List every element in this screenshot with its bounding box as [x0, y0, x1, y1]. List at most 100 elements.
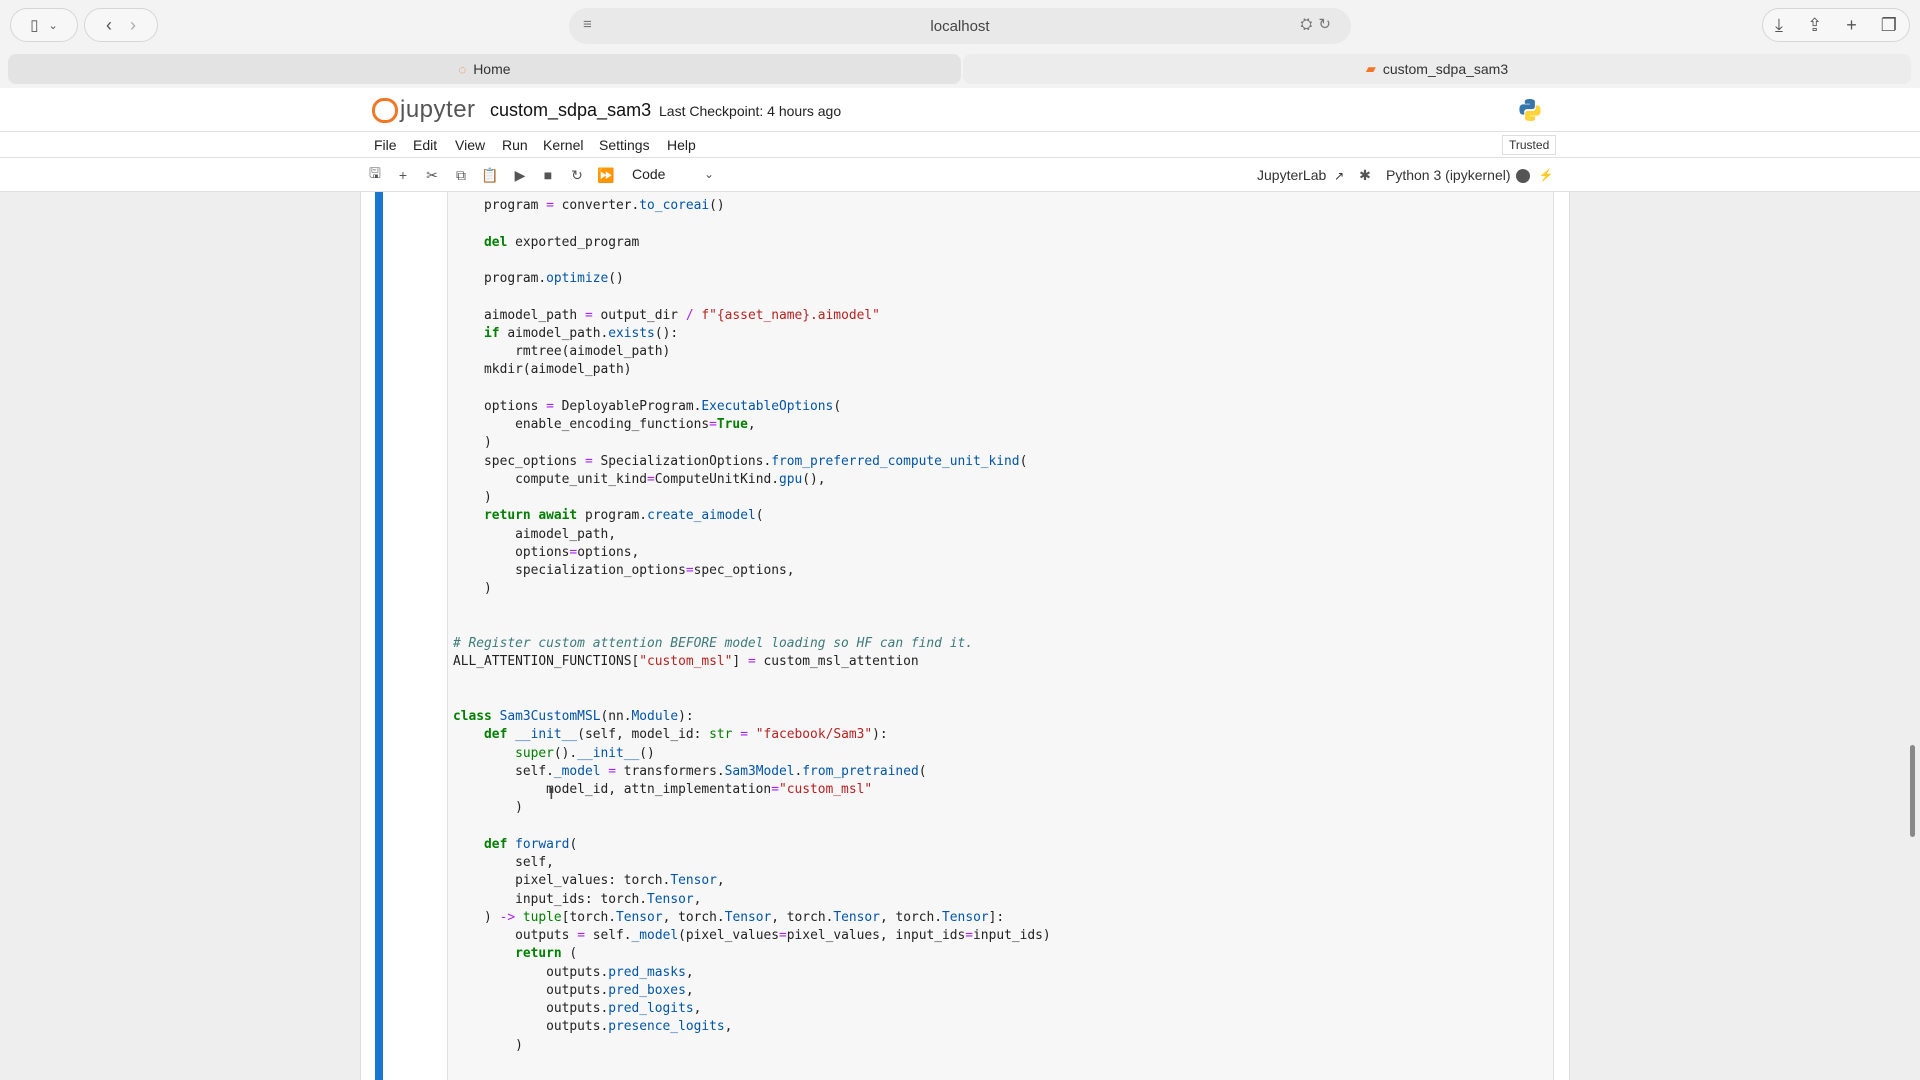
cut-icon[interactable]: ✂	[421, 165, 443, 185]
copy-icon[interactable]: ⧉	[450, 165, 472, 185]
code-line[interactable]: input_ids: torch.Tensor,	[453, 891, 1051, 909]
stop-icon[interactable]: ■	[537, 165, 559, 185]
last-checkpoint: Last Checkpoint: 4 hours ago	[659, 103, 842, 119]
active-cell-indicator[interactable]	[375, 192, 383, 1080]
code-line[interactable]: options=options,	[453, 544, 1051, 562]
chevron-down-icon: ⌄	[48, 19, 58, 32]
code-line[interactable]: enable_encoding_functions=True,	[453, 416, 1051, 434]
code-line[interactable]: ) -> tuple[torch.Tensor, torch.Tensor, t…	[453, 909, 1051, 927]
code-line[interactable]	[453, 672, 1051, 690]
python-logo-icon	[1519, 99, 1541, 121]
notebook-area: program = converter.to_coreai() del expo…	[0, 192, 1920, 1080]
sidebar-toggle-button[interactable]: ▯ ⌄	[10, 8, 78, 42]
back-button[interactable]: ‹	[106, 15, 112, 36]
paste-icon[interactable]: 📋	[479, 165, 501, 185]
notebook-title[interactable]: custom_sdpa_sam3	[490, 100, 651, 121]
chevron-down-icon[interactable]: ⌄	[704, 167, 714, 181]
save-icon[interactable]: 🖫	[364, 165, 386, 185]
code-line[interactable]: outputs.pred_logits,	[453, 1000, 1051, 1018]
menu-run[interactable]: Run	[502, 137, 528, 153]
jupyterlab-link[interactable]: JupyterLab ↗	[1257, 167, 1344, 183]
jupyter-logo[interactable]: jupyter	[372, 96, 476, 124]
code-line[interactable]: program = converter.to_coreai()	[453, 197, 1051, 215]
code-line[interactable]: )	[453, 580, 1051, 598]
menu-file[interactable]: File	[374, 137, 397, 153]
debugger-icon[interactable]: ✱	[1354, 165, 1376, 185]
run-all-icon[interactable]: ⏩	[595, 165, 617, 185]
code-line[interactable]	[453, 288, 1051, 306]
code-line[interactable]: program.optimize()	[453, 270, 1051, 288]
menu-edit[interactable]: Edit	[413, 137, 437, 153]
code-line[interactable]: outputs = self._model(pixel_values=pixel…	[453, 927, 1051, 945]
code-line[interactable]: )	[453, 1037, 1051, 1055]
jupyterlab-label: JupyterLab	[1257, 167, 1327, 183]
code-line[interactable]: super().__init__()	[453, 745, 1051, 763]
tab-label: Home	[473, 61, 511, 77]
code-line[interactable]: del exported_program	[453, 234, 1051, 252]
code-line[interactable]: spec_options = SpecializationOptions.fro…	[453, 453, 1051, 471]
code-line[interactable]	[453, 599, 1051, 617]
sidebar-icon: ▯	[30, 17, 39, 34]
reload-icon[interactable]: ⛭↻	[1300, 15, 1337, 33]
insert-cell-icon[interactable]: +	[392, 165, 414, 185]
code-line[interactable]	[453, 215, 1051, 233]
tab-home[interactable]: ◌ Home	[8, 54, 961, 84]
kernel-status-icon	[1516, 169, 1530, 183]
code-line[interactable]: pixel_values: torch.Tensor,	[453, 872, 1051, 890]
code-line[interactable]: )	[453, 799, 1051, 817]
code-line[interactable]: specialization_options=spec_options,	[453, 562, 1051, 580]
code-line[interactable]: self._model = transformers.Sam3Model.fro…	[453, 763, 1051, 781]
menu-view[interactable]: View	[455, 137, 485, 153]
code-line[interactable]: return (	[453, 945, 1051, 963]
code-line[interactable]: mkdir(aimodel_path)	[453, 361, 1051, 379]
code-line[interactable]: class Sam3CustomMSL(nn.Module):	[453, 708, 1051, 726]
browser-actions: ⤓ ⇪ + ❐	[1762, 8, 1910, 42]
code-line[interactable]: aimodel_path,	[453, 526, 1051, 544]
menu-settings[interactable]: Settings	[599, 137, 650, 153]
code-line[interactable]: outputs.presence_logits,	[453, 1018, 1051, 1036]
code-line[interactable]: ALL_ATTENTION_FUNCTIONS["custom_msl"] = …	[453, 653, 1051, 671]
code-line[interactable]: options = DeployableProgram.ExecutableOp…	[453, 398, 1051, 416]
forward-button[interactable]: ›	[130, 15, 136, 36]
code-line[interactable]: compute_unit_kind=ComputeUnitKind.gpu(),	[453, 471, 1051, 489]
share-icon[interactable]: ⇪	[1807, 15, 1822, 36]
trusted-badge[interactable]: Trusted	[1502, 135, 1557, 155]
new-tab-icon[interactable]: +	[1846, 15, 1857, 36]
code-line[interactable]	[453, 380, 1051, 398]
menu-bar: File Edit View Run Kernel Settings Help …	[0, 132, 1920, 158]
code-line[interactable]: # Register custom attention BEFORE model…	[453, 635, 1051, 653]
scrollbar[interactable]	[1910, 745, 1915, 837]
code-line[interactable]: return await program.create_aimodel(	[453, 507, 1051, 525]
code-line[interactable]: )	[453, 434, 1051, 452]
code-line[interactable]: outputs.pred_boxes,	[453, 982, 1051, 1000]
back-forward-group: ‹ ›	[84, 8, 158, 42]
menu-help[interactable]: Help	[667, 137, 696, 153]
code-line[interactable]	[453, 818, 1051, 836]
code-line[interactable]: if aimodel_path.exists():	[453, 325, 1051, 343]
run-icon[interactable]: ▶	[509, 165, 531, 185]
restart-icon[interactable]: ↻	[566, 165, 588, 185]
address-bar[interactable]: ≡ localhost ⛭↻	[569, 8, 1351, 44]
tab-overview-icon[interactable]: ❐	[1881, 15, 1897, 36]
page-menu-icon[interactable]: ≡	[583, 16, 592, 33]
cell-type-select[interactable]: Code	[632, 166, 665, 182]
code-line[interactable]: model_id, attn_implementation="custom_ms…	[453, 781, 1051, 799]
code-line[interactable]: rmtree(aimodel_path)	[453, 343, 1051, 361]
notebook-tab-icon: ▰	[1365, 61, 1376, 76]
code-line[interactable]	[453, 617, 1051, 635]
download-icon[interactable]: ⤓	[1775, 15, 1783, 36]
code-block[interactable]: program = converter.to_coreai() del expo…	[453, 197, 1051, 1055]
code-line[interactable]	[453, 252, 1051, 270]
tab-notebook[interactable]: ▰ custom_sdpa_sam3	[963, 54, 1911, 84]
browser-toolbar: ▯ ⌄ ‹ › ≡ localhost ⛭↻ ⤓ ⇪ + ❐	[0, 0, 1920, 52]
menu-kernel[interactable]: Kernel	[543, 137, 583, 153]
code-line[interactable]: self,	[453, 854, 1051, 872]
browser-tab-bar: ◌ Home ▰ custom_sdpa_sam3	[0, 52, 1920, 88]
code-line[interactable]: )	[453, 489, 1051, 507]
code-line[interactable]	[453, 690, 1051, 708]
kernel-name[interactable]: Python 3 (ipykernel)	[1386, 167, 1511, 183]
code-line[interactable]: outputs.pred_masks,	[453, 964, 1051, 982]
code-line[interactable]: aimodel_path = output_dir / f"{asset_nam…	[453, 307, 1051, 325]
code-line[interactable]: def __init__(self, model_id: str = "face…	[453, 726, 1051, 744]
code-line[interactable]: def forward(	[453, 836, 1051, 854]
